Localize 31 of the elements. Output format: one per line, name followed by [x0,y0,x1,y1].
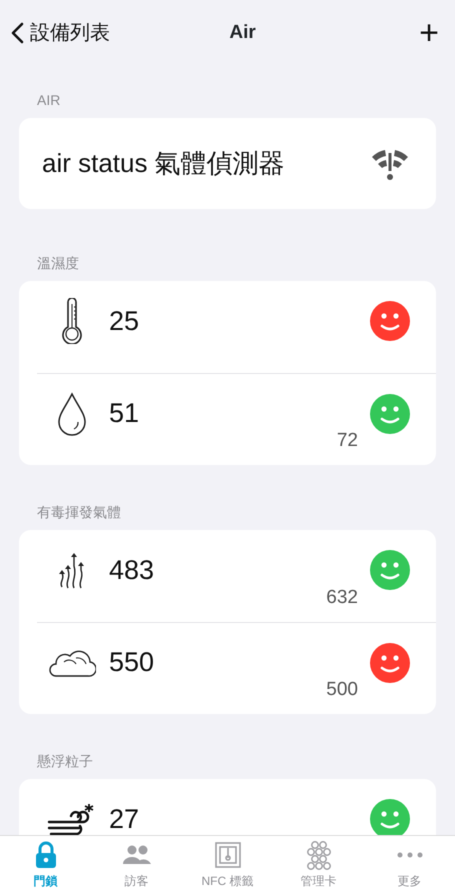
reference-value: 500 [326,678,358,702]
reference-value: 72 [336,428,358,452]
device-name: air status 氣體偵測器 [42,147,286,180]
droplet-icon [56,392,88,436]
cloud-icon [48,648,96,678]
people-icon [122,844,150,866]
sensor-value: 27 [109,806,140,832]
section-header: 懸浮粒子 [36,752,94,771]
sensor-value: 51 [109,400,140,427]
sensor-value: 25 [109,308,140,334]
tab-item[interactable]: 訪客 [91,836,182,894]
tab-item[interactable]: 門鎖 [0,836,91,894]
reference-value: 632 [326,586,358,610]
tab-item[interactable]: NFC 標籤 [182,836,273,894]
sensor-value: 550 [109,649,156,676]
section-header: AIR [36,91,62,110]
section-header: 有毒揮發氣體 [36,503,122,522]
tab-item[interactable]: 管理卡 [273,836,364,894]
thermometer-icon [59,298,85,344]
back-button[interactable]: 設備列表 [10,18,110,48]
device-card[interactable]: air status 氣體偵測器 [19,118,436,209]
sensor-value: 483 [109,556,156,584]
lock-icon [34,841,58,869]
circles-grid-icon [304,840,332,870]
tab-item[interactable]: 更多 [364,836,455,894]
add-button[interactable]: + [415,16,443,50]
nfc-tag-icon [214,842,240,868]
more-icon [396,852,422,858]
section-header: 溫濕度 [36,254,80,273]
back-chevron-icon [10,22,24,44]
screen-title: Air [228,20,257,45]
